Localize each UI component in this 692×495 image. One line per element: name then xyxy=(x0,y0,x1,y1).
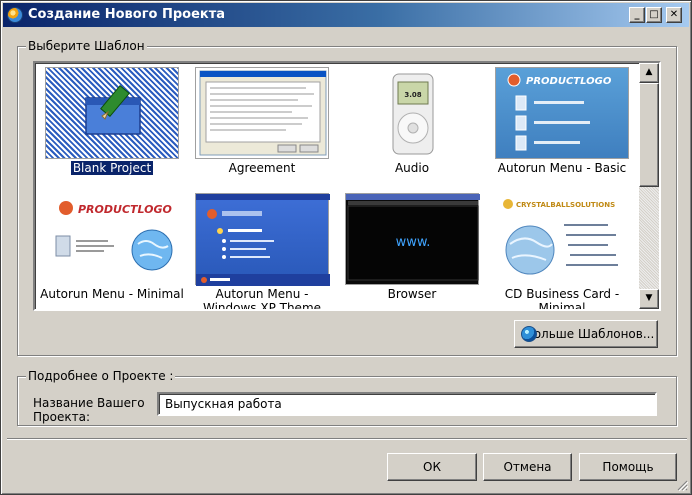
close-button[interactable]: ✕ xyxy=(666,7,682,23)
template-caption: Autorun Menu - Windows XP Theme xyxy=(202,287,322,311)
help-button[interactable]: Помощь xyxy=(579,453,677,481)
project-details-label: Подробнее о Проекте : xyxy=(26,368,176,384)
template-list-scrollbar[interactable]: ▲ ▼ xyxy=(639,63,659,309)
template-caption: Blank Project xyxy=(69,160,155,176)
template-caption: CD Business Card - Minimal xyxy=(504,287,620,311)
scrollbar-thumb[interactable] xyxy=(639,83,659,187)
more-templates-button[interactable]: ольше Шаблонов... xyxy=(514,320,658,348)
project-name-label: Название Вашего Проекта: xyxy=(33,396,145,424)
cancel-button[interactable]: Отмена xyxy=(483,453,572,481)
template-caption: Agreement xyxy=(228,161,296,175)
minimize-button[interactable]: _ xyxy=(629,7,645,23)
scroll-down-button[interactable]: ▼ xyxy=(639,289,659,309)
resize-grip-icon[interactable] xyxy=(676,479,688,491)
new-project-dialog: Создание Нового Проекта _ □ ✕ Выберите Ш… xyxy=(0,0,692,495)
agreement-thumbnail xyxy=(195,67,329,159)
browser-screen-text: www. xyxy=(396,235,431,250)
scroll-up-button[interactable]: ▲ xyxy=(639,63,659,83)
more-templates-label: ольше Шаблонов... xyxy=(533,327,655,341)
title-bar[interactable]: Создание Нового Проекта _ □ ✕ xyxy=(3,3,689,27)
maximize-button[interactable]: □ xyxy=(646,7,662,23)
template-caption: Autorun Menu - Minimal xyxy=(40,287,184,301)
audio-screen-text: 3.08 xyxy=(404,91,421,99)
audio-thumbnail: 3.08 xyxy=(345,67,479,159)
globe-icon xyxy=(521,326,537,342)
blank-project-thumbnail xyxy=(45,67,179,159)
template-list[interactable]: Blank Project Agreement 3.08 Audio PRODU… xyxy=(33,61,661,311)
template-items: Blank Project Agreement 3.08 Audio PRODU… xyxy=(35,63,639,309)
app-icon xyxy=(7,7,23,23)
autorun-basic-thumbnail: PRODUCTLOGO xyxy=(495,67,629,159)
template-group-label: Выберите Шаблон xyxy=(26,38,147,54)
cd-logo: CRYSTALBALLSOLUTIONS xyxy=(516,201,615,209)
cd-business-card-thumbnail: CRYSTALBALLSOLUTIONS xyxy=(495,193,629,285)
autorun-basic-logo: PRODUCTLOGO xyxy=(526,76,612,87)
template-caption: Audio xyxy=(394,161,430,175)
autorun-minimal-thumbnail: PRODUCTLOGO xyxy=(45,193,179,285)
window-title: Создание Нового Проекта xyxy=(28,7,226,22)
template-caption: Autorun Menu - Basic xyxy=(497,161,627,175)
autorun-minimal-logo: PRODUCTLOGO xyxy=(78,203,172,216)
autorun-xp-thumbnail xyxy=(195,193,330,286)
project-name-input[interactable]: Выпускная работа xyxy=(157,392,657,416)
ok-button[interactable]: ОК xyxy=(387,453,477,481)
separator xyxy=(7,438,687,440)
template-caption: Browser xyxy=(387,287,437,301)
browser-thumbnail: www. xyxy=(345,193,480,285)
